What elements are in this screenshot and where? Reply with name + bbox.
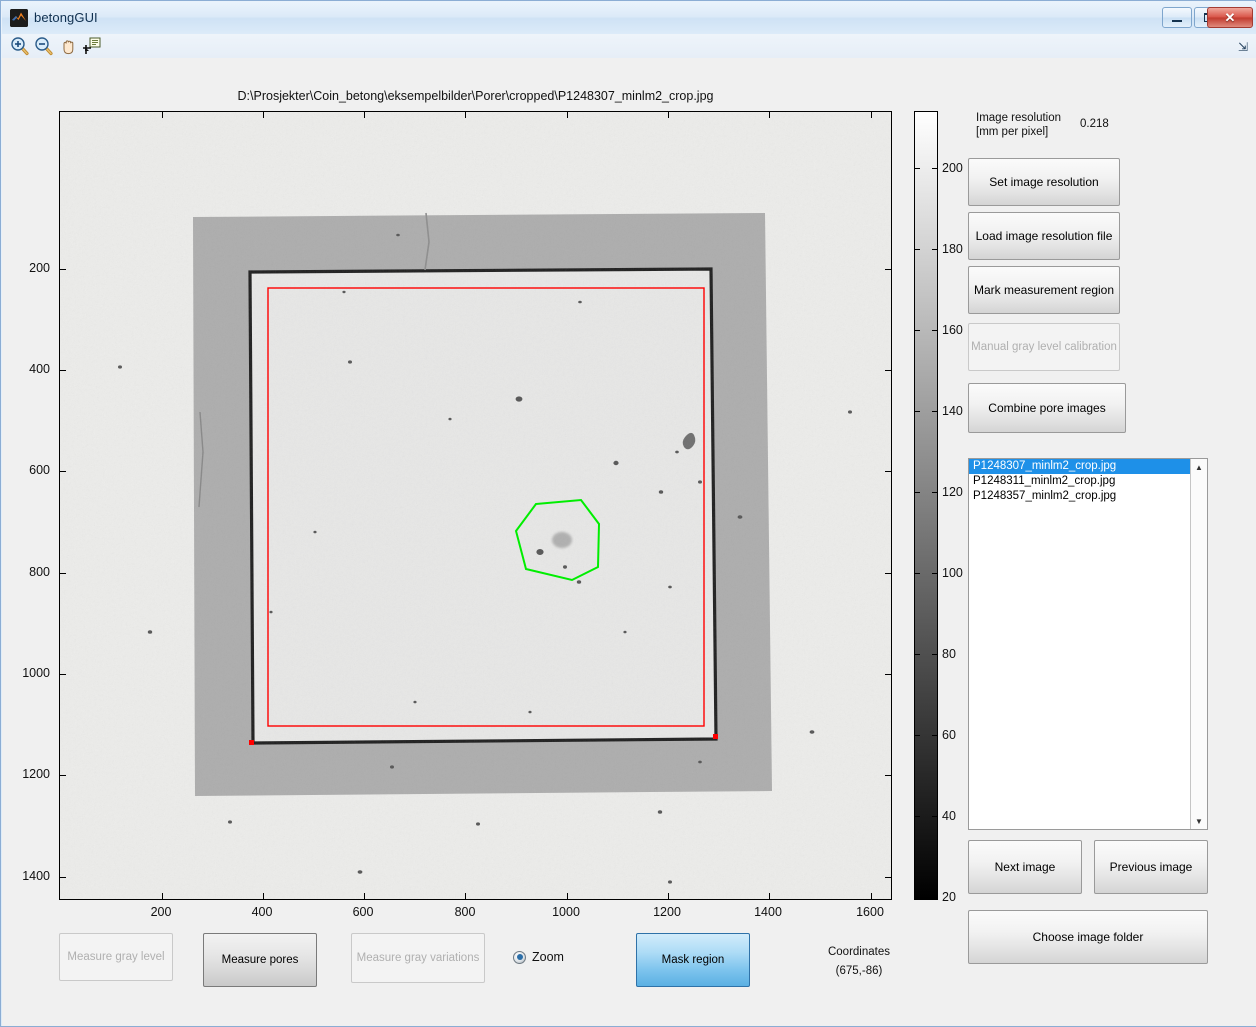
- colorbar-tick-label: 200: [942, 161, 963, 175]
- x-tick-label: 800: [454, 905, 476, 919]
- x-tick-label: 1000: [552, 905, 580, 919]
- resize-grip-icon[interactable]: ⇲: [1238, 40, 1248, 54]
- close-button[interactable]: ✕: [1207, 7, 1253, 28]
- figure-title: D:\Prosjekter\Coin_betong\eksempelbilder…: [237, 89, 714, 103]
- x-tick-label: 600: [352, 905, 374, 919]
- scroll-up-icon[interactable]: ▲: [1191, 459, 1207, 475]
- window-title: betongGUI: [34, 10, 98, 25]
- minimize-icon: [1163, 8, 1191, 27]
- data-cursor-icon[interactable]: [82, 36, 102, 56]
- minimize-button[interactable]: [1162, 7, 1192, 28]
- x-tick-label: 400: [251, 905, 273, 919]
- y-tick-label: 1200: [22, 767, 50, 781]
- listbox-scrollbar[interactable]: ▲ ▼: [1190, 459, 1207, 829]
- list-item[interactable]: P1248307_minlm2_crop.jpg: [969, 459, 1190, 474]
- pan-icon[interactable]: [58, 36, 78, 56]
- zoom-in-icon[interactable]: [10, 36, 30, 56]
- measure-pores-button[interactable]: Measure pores: [203, 933, 317, 987]
- matlab-icon: [10, 9, 28, 27]
- combine-pore-images-button[interactable]: Combine pore images: [968, 383, 1126, 433]
- set-image-resolution-button[interactable]: Set image resolution: [968, 158, 1120, 206]
- list-item[interactable]: P1248311_minlm2_crop.jpg: [969, 474, 1190, 489]
- colorbar-tick-label: 140: [942, 404, 963, 418]
- y-tick-label: 800: [29, 565, 50, 579]
- colorbar-tick-label: 20: [942, 890, 956, 904]
- colorbar-tick-label: 120: [942, 485, 963, 499]
- y-tick-label: 1400: [22, 869, 50, 883]
- figure-toolbar: ⇲: [2, 34, 1256, 59]
- colorbar-tick-label: 160: [942, 323, 963, 337]
- image-axes[interactable]: [59, 111, 892, 900]
- x-tick-label: 1600: [856, 905, 884, 919]
- manual-gray-level-calibration-button: Manual gray level calibration: [968, 323, 1120, 371]
- choose-image-folder-button[interactable]: Choose image folder: [968, 910, 1208, 964]
- y-tick-label: 400: [29, 362, 50, 376]
- close-icon: ✕: [1224, 9, 1236, 25]
- x-tick-label: 200: [150, 905, 172, 919]
- coordinates-value: (675,-86): [835, 965, 883, 977]
- title-bar: betongGUI ✕: [2, 2, 1256, 35]
- colorbar-tick-label: 100: [942, 566, 963, 580]
- x-tick-label: 1400: [754, 905, 782, 919]
- image-file-list: P1248307_minlm2_crop.jpg P1248311_minlm2…: [969, 459, 1190, 504]
- measure-gray-level-button: Measure gray level: [59, 933, 173, 981]
- mark-measurement-region-button[interactable]: Mark measurement region: [968, 266, 1120, 314]
- figure-canvas: D:\Prosjekter\Coin_betong\eksempelbilder…: [2, 58, 1256, 1026]
- zoom-radio-label: Zoom: [532, 950, 564, 964]
- image-resolution-label-line2: [mm per pixel]: [976, 126, 1049, 138]
- colorbar: [914, 111, 938, 900]
- colorbar-tick-label: 180: [942, 242, 963, 256]
- radio-selected-dot: [516, 954, 523, 960]
- radio-button-icon: [513, 950, 526, 964]
- previous-image-button[interactable]: Previous image: [1094, 840, 1208, 894]
- concrete-sample-image: [60, 112, 891, 899]
- x-tick-label: 1200: [653, 905, 681, 919]
- coordinates-label: Coordinates: [827, 946, 890, 958]
- colorbar-tick-label: 60: [942, 728, 956, 742]
- list-item[interactable]: P1248357_minlm2_crop.jpg: [969, 489, 1190, 504]
- load-image-resolution-file-button[interactable]: Load image resolution file: [968, 212, 1120, 260]
- mask-region-button[interactable]: Mask region: [636, 933, 750, 987]
- image-resolution-value: 0.218: [1080, 118, 1109, 130]
- y-tick-label: 200: [29, 261, 50, 275]
- colorbar-tick-label: 40: [942, 809, 956, 823]
- zoom-radio-button[interactable]: Zoom: [513, 950, 564, 964]
- next-image-button[interactable]: Next image: [968, 840, 1082, 894]
- image-file-listbox[interactable]: P1248307_minlm2_crop.jpg P1248311_minlm2…: [968, 458, 1208, 830]
- application-window: betongGUI ✕ ⇲ D:\Prosjekter\Coin_betong\…: [0, 0, 1256, 1027]
- zoom-out-icon[interactable]: [34, 36, 54, 56]
- measure-gray-variations-button: Measure gray variations: [351, 933, 485, 983]
- image-resolution-label-line1: Image resolution: [976, 112, 1062, 124]
- colorbar-tick-label: 80: [942, 647, 956, 661]
- scroll-down-icon[interactable]: ▼: [1191, 813, 1207, 829]
- y-tick-label: 600: [29, 463, 50, 477]
- image-resolution-label: Image resolution [mm per pixel]: [976, 111, 1061, 139]
- y-tick-label: 1000: [22, 666, 50, 680]
